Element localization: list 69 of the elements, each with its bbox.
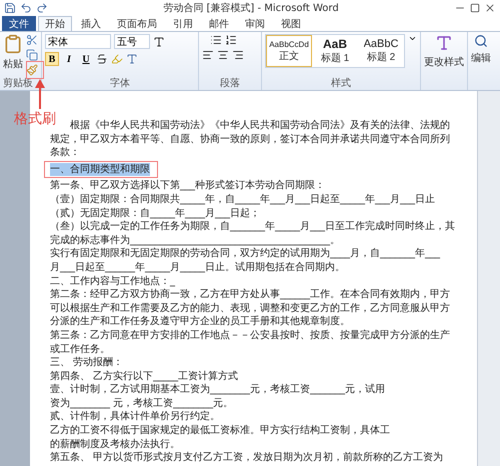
gallery-scroll-icon[interactable] bbox=[408, 34, 417, 43]
document-line: 资为________ 元，考核工资________元。 bbox=[50, 396, 234, 410]
document-line: 乙方的工资不得低于国家规定的最低工资标准。甲方实行结构工资制，具体工 bbox=[50, 424, 390, 438]
document-line: 的薪酬制度及考核办法执行。 bbox=[50, 438, 180, 452]
underline-button[interactable]: U bbox=[79, 52, 93, 66]
selected-heading: 一、合同期类型和期限 bbox=[50, 162, 150, 176]
document-line: 规定，甲乙双方本着平等、自愿、协商一致的原则，签订本合同并承诺共同遵守本合同所列 bbox=[50, 132, 450, 146]
style-item[interactable]: AaBbCcDd 正文 bbox=[266, 35, 312, 67]
redo-icon[interactable] bbox=[36, 2, 48, 14]
document-line: 第四条、 乙方实行以下_____工资计算方式 bbox=[50, 370, 238, 384]
group-label: 段落 bbox=[219, 78, 241, 90]
document-line: 根据《中华人民共和国劳动法》《中华人民共和国劳动合同法》及有关的法律、法规的 bbox=[70, 119, 450, 133]
font-name-field[interactable]: 宋体 bbox=[45, 34, 111, 49]
group-label: 字体 bbox=[109, 78, 131, 90]
group-label: 剪贴板 bbox=[3, 78, 34, 90]
ribbon-tab[interactable]: 邮件 bbox=[202, 16, 236, 31]
paste-button[interactable]: 粘贴 bbox=[3, 57, 23, 71]
document-line: （壹）固定期限：合同期限共_____年，自_____年___月___日起至_____年___月___日止 bbox=[50, 192, 435, 207]
scrollbar[interactable] bbox=[477, 91, 500, 466]
strikethrough-icon[interactable] bbox=[96, 53, 108, 65]
align-center-icon[interactable] bbox=[217, 49, 229, 61]
ribbon-tab[interactable]: 开始 bbox=[38, 16, 72, 31]
format-painter-icon[interactable] bbox=[26, 64, 38, 76]
font-color-icon[interactable] bbox=[126, 53, 138, 65]
copy-icon[interactable] bbox=[26, 49, 38, 61]
editing-button[interactable]: 编辑 bbox=[471, 51, 491, 65]
undo-icon[interactable] bbox=[20, 2, 32, 14]
document-line: 分派的生产和工作任务及遵守甲方企业的员工手册和其他规章制度。 bbox=[50, 315, 350, 329]
document-line: 月___日起至______年_____月_____日止。试用期包括在合同期内。 bbox=[50, 260, 345, 275]
maximize-icon[interactable] bbox=[470, 2, 480, 12]
search-icon[interactable] bbox=[474, 34, 488, 48]
document-line: 壹、计时制，乙方试用期基本工资为________元，考核工资_______元，试用 bbox=[50, 383, 385, 397]
document-line: 完成的标志事件为________________________________________。 bbox=[50, 234, 340, 248]
ribbon-tab[interactable]: 审阅 bbox=[238, 16, 272, 31]
document-line: 贰、计件制，具体计件单价另行约定。 bbox=[50, 410, 220, 424]
ribbon-tab[interactable]: 文件 bbox=[2, 16, 36, 31]
document-line: 实行有固定期限和无固定期限的劳动合同，双方约定的试用期为____月，自_______年___ bbox=[50, 247, 440, 261]
ribbon-tab[interactable]: 页面布局 bbox=[110, 16, 164, 31]
save-icon[interactable] bbox=[4, 2, 16, 14]
window-title: 劳动合同 [兼容模式] - Microsoft Word bbox=[162, 2, 340, 14]
document-line: 或工作任务。 bbox=[50, 342, 110, 356]
annotation-box bbox=[26, 61, 44, 79]
annotation-arrow bbox=[35, 79, 45, 109]
italic-button[interactable]: I bbox=[62, 52, 76, 66]
font-size-field[interactable]: 五号 bbox=[114, 34, 150, 49]
group-label: 样式 bbox=[330, 78, 352, 90]
ribbon-tab[interactable]: 视图 bbox=[274, 16, 308, 31]
close-icon[interactable] bbox=[484, 2, 496, 14]
document-line: 第五条、 甲方以货币形式按月支付乙方工资，发放日期为次月初，前款所称的乙方工资为 bbox=[50, 451, 444, 465]
document-line: 可以根据生产和工作需要及乙方的能力、表现，调整和变更乙方的工作，乙方同意服从甲方 bbox=[50, 302, 450, 316]
change-styles-icon[interactable] bbox=[435, 34, 453, 52]
document-line: 第一条、甲乙双方选择以下第___种形式签订本劳动合同期限： bbox=[50, 179, 325, 193]
document-line: 三、 劳动报酬： bbox=[50, 356, 124, 370]
document-line: 二、工作内容与工作地点：_ bbox=[50, 274, 175, 288]
paste-icon[interactable] bbox=[3, 34, 23, 54]
align-left-icon[interactable] bbox=[202, 49, 214, 61]
ribbon-tab[interactable]: 插入 bbox=[74, 16, 108, 31]
document-line: （贰）无固定期限：自_____年____月___日起； bbox=[50, 206, 260, 220]
cut-icon[interactable] bbox=[26, 34, 38, 46]
document-line: 条款： bbox=[50, 146, 80, 160]
annotation-label: 格式刷 bbox=[14, 110, 56, 128]
document-line: 第二条：经甲乙方双方协商一致，乙方在甲方处从事______工作。在本合同有效期内，甲方 bbox=[50, 288, 450, 302]
document-line: 第三条：乙方同意在甲方安排的工作地点－－公安县按时、按质、按量完成甲方分派的生产 bbox=[50, 328, 450, 342]
ribbon-tab[interactable]: 引用 bbox=[166, 16, 200, 31]
numbered-list-icon[interactable] bbox=[224, 34, 236, 46]
change-styles-button[interactable]: 更改样式 bbox=[424, 55, 464, 69]
bold-button[interactable]: B bbox=[45, 52, 59, 66]
align-right-icon[interactable] bbox=[232, 49, 244, 61]
document-line: （叁）以完成一定的工作任务为期限，自_______年_____月___日至工作完成时同时终止，其 bbox=[50, 220, 455, 234]
